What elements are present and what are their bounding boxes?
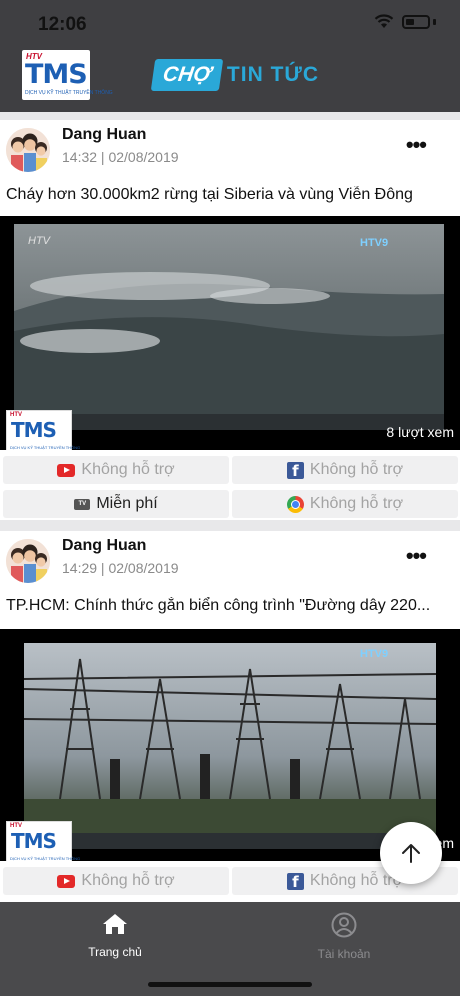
thumb-logo-name: TMS	[11, 829, 57, 853]
thumb-logo-sub: DỊCH VỤ KỸ THUẬT TRUYỀN THÔNG	[10, 856, 81, 861]
thumbnail-tms-logo: HTV TMS DỊCH VỤ KỸ THUẬT TRUYỀN THÔNG	[6, 821, 80, 861]
avatar[interactable]	[6, 128, 50, 172]
post-author[interactable]: Dang Huan	[62, 126, 146, 144]
action-label: Miễn phí	[96, 495, 158, 512]
news-feed[interactable]: Dang Huan 14:32 | 02/08/2019 ••• Cháy hơ…	[0, 112, 460, 902]
scroll-to-top-button[interactable]	[380, 822, 442, 884]
post-title[interactable]: TP.HCM: Chính thức gắn biển công trình "…	[6, 597, 458, 615]
tms-logo: HTV TMS DỊCH VỤ KỸ THUẬT TRUYỀN THÔNG	[22, 50, 113, 100]
avatar-image	[6, 539, 50, 583]
facebook-icon: f	[286, 461, 304, 479]
svg-text:HTV: HTV	[28, 235, 52, 247]
battery-icon	[402, 14, 430, 29]
post-card[interactable]: Dang Huan 14:32 | 02/08/2019 ••• Cháy hơ…	[0, 120, 460, 520]
status-bar: 12:06	[0, 0, 460, 44]
video-thumbnail[interactable]: HTV HTV9 HTV TMS DỊCH VỤ KỸ THUẬT TRUYỀN…	[0, 216, 460, 450]
tab-account-label: Tài khoản	[317, 947, 371, 961]
post-title[interactable]: Cháy hơn 30.000km2 rừng tại Siberia và v…	[6, 186, 458, 204]
post-time: 14:29 | 02/08/2019	[62, 560, 179, 576]
thumbnail-tms-logo: HTV TMS DỊCH VỤ KỸ THUẬT TRUYỀN THÔNG	[6, 410, 80, 450]
youtube-icon	[57, 463, 76, 477]
tv-icon: TV	[74, 498, 91, 510]
action-label: Không hỗ trợ	[81, 461, 175, 478]
youtube-icon	[57, 874, 76, 888]
home-icon	[103, 914, 127, 934]
brand-part2: TIN TỨC	[226, 63, 319, 86]
tms-logo-name: TMS	[25, 59, 88, 90]
avatar-image	[6, 128, 50, 172]
more-options-icon[interactable]: •••	[406, 543, 427, 569]
status-time: 12:06	[38, 14, 87, 35]
status-icons	[374, 14, 436, 29]
battery-nub	[433, 18, 436, 25]
tab-home-label: Trang chủ	[88, 945, 142, 959]
cho-tin-tuc-logo: CHỢ TIN TỨC	[150, 58, 319, 92]
svg-text:HTV9: HTV9	[360, 237, 388, 249]
account-icon	[331, 912, 357, 938]
app-header: HTV TMS DỊCH VỤ KỸ THUẬT TRUYỀN THÔNG CH…	[0, 44, 460, 112]
tv-share-button[interactable]: TV Miễn phí	[3, 490, 229, 518]
home-indicator	[148, 982, 312, 987]
youtube-share-button[interactable]: Không hỗ trợ	[3, 867, 229, 895]
tms-logo-sub: DỊCH VỤ KỸ THUẬT TRUYỀN THÔNG	[25, 90, 113, 96]
svg-text:HTV9: HTV9	[360, 648, 388, 660]
avatar[interactable]	[6, 539, 50, 583]
youtube-share-button[interactable]: Không hỗ trợ	[3, 456, 229, 484]
chrome-share-button[interactable]: Không hỗ trợ	[232, 490, 458, 518]
tab-account[interactable]: Tài khoản	[284, 912, 404, 961]
thumb-logo-name: TMS	[11, 418, 57, 442]
bottom-tab-bar: Trang chủ Tài khoản	[0, 902, 460, 996]
thumb-logo-sub: DỊCH VỤ KỸ THUẬT TRUYỀN THÔNG	[10, 445, 81, 450]
wifi-icon	[374, 14, 394, 28]
arrow-up-icon	[402, 844, 420, 863]
facebook-icon: f	[286, 872, 304, 890]
action-label: Không hỗ trợ	[81, 872, 175, 889]
post-author[interactable]: Dang Huan	[62, 537, 146, 555]
action-label: Không hỗ trợ	[309, 461, 404, 478]
view-count: 8 lượt xem	[386, 424, 454, 440]
chrome-icon	[286, 495, 304, 513]
action-label: Không hỗ trợ	[309, 495, 404, 512]
more-options-icon[interactable]: •••	[406, 132, 427, 158]
facebook-share-button[interactable]: f Không hỗ trợ	[232, 456, 458, 484]
brand-part1: CHỢ	[150, 59, 224, 91]
post-time: 14:32 | 02/08/2019	[62, 149, 179, 165]
video-thumbnail[interactable]: HTV9 HTV TMS DỊCH VỤ KỸ THUẬT TRUYỀN THÔ…	[0, 629, 460, 861]
tab-home[interactable]: Trang chủ	[55, 912, 175, 959]
